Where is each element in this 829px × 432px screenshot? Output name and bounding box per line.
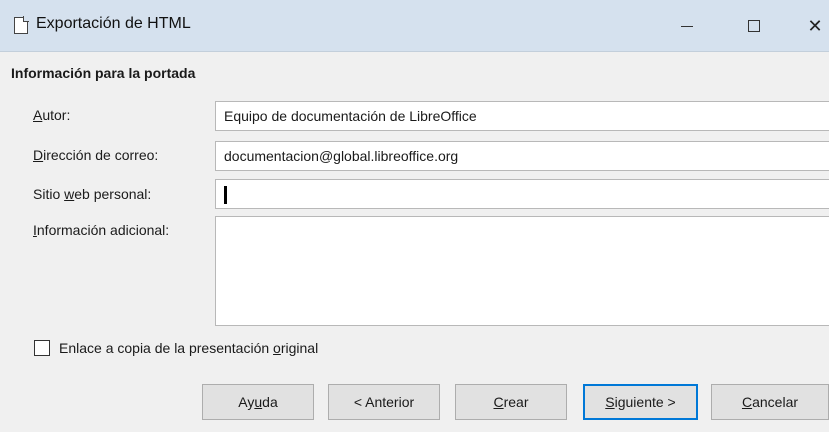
email-label: Dirección de correo: bbox=[33, 147, 159, 163]
website-field[interactable] bbox=[215, 179, 829, 209]
create-button[interactable]: Crear bbox=[455, 384, 567, 420]
text-cursor bbox=[224, 186, 227, 205]
window-title: Exportación de HTML bbox=[36, 15, 191, 32]
cancel-button[interactable]: Cancelar bbox=[711, 384, 829, 420]
maximize-icon bbox=[748, 20, 760, 32]
author-label: Autor: bbox=[33, 107, 71, 123]
original-copy-option[interactable]: Enlace a copia de la presentación origin… bbox=[34, 340, 318, 356]
website-label: Sitio web personal: bbox=[33, 186, 152, 202]
minimize-icon bbox=[681, 25, 693, 27]
help-button[interactable]: Ay u da bbox=[202, 384, 314, 420]
author-field[interactable]: Equipo de documentación de LibreOffice bbox=[215, 101, 829, 131]
maximize-button[interactable] bbox=[731, 0, 777, 52]
title-bar: Exportación de HTML ✕ bbox=[0, 0, 829, 52]
original-copy-checkbox[interactable] bbox=[34, 340, 50, 356]
additional-info-textarea[interactable] bbox=[215, 216, 829, 326]
section-title: Información para la portada bbox=[11, 65, 196, 81]
close-icon: ✕ bbox=[807, 15, 823, 36]
document-icon bbox=[14, 16, 29, 34]
original-copy-label: Enlace a copia de la presentación origin… bbox=[59, 340, 319, 356]
previous-button[interactable]: < Anterior bbox=[328, 384, 440, 420]
close-button[interactable]: ✕ bbox=[792, 0, 829, 52]
next-button[interactable]: Siguiente > bbox=[583, 384, 698, 420]
info-label: Información adicional: bbox=[33, 222, 170, 238]
email-field[interactable]: documentacion@global.libreoffice.org bbox=[215, 141, 829, 171]
minimize-button[interactable] bbox=[664, 0, 710, 52]
